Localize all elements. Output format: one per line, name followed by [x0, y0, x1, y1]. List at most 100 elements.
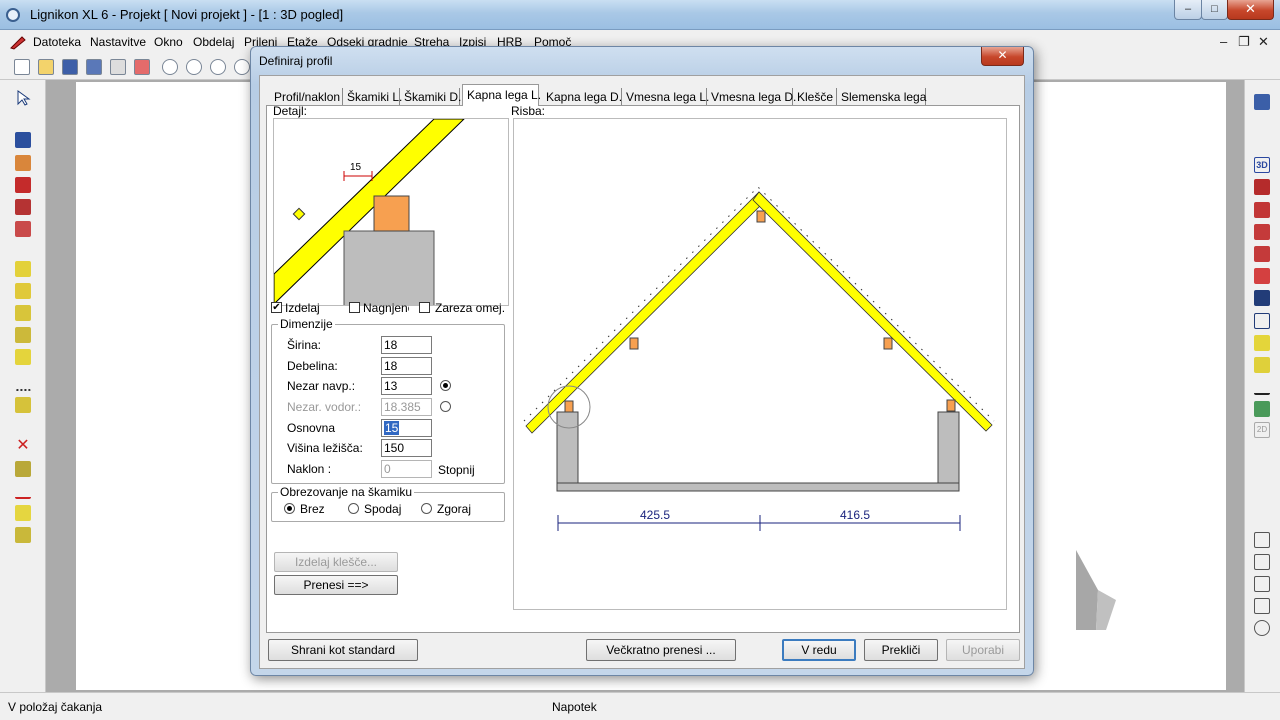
nagnjeno-checkbox[interactable]: [349, 302, 360, 313]
purlin-shape: [373, 195, 410, 232]
nezar-vodor-input[interactable]: 18.385: [381, 398, 432, 416]
line-tool-icon[interactable]: [15, 375, 31, 391]
veckratno-prenesi-button[interactable]: Večkratno prenesi ...: [586, 639, 736, 661]
view-elevation-icon[interactable]: [1254, 268, 1270, 284]
tab-kapna-lega-d[interactable]: Kapna lega D.: [542, 88, 622, 106]
zgoraj-radio[interactable]: [421, 503, 432, 514]
list-tool-icon[interactable]: [15, 527, 31, 543]
naklon-input[interactable]: 0: [381, 460, 432, 478]
view-section-icon[interactable]: [1254, 290, 1270, 306]
menu-okno[interactable]: Okno: [154, 35, 183, 49]
shrani-kot-standard-button[interactable]: Shrani kot standard: [268, 639, 418, 661]
detail-preview: 15: [273, 118, 509, 306]
osnovna-selected-text: 15: [384, 421, 400, 435]
view-3d-icon[interactable]: 3D: [1254, 157, 1270, 173]
print-preview-icon[interactable]: [134, 59, 150, 75]
spodaj-radio[interactable]: [348, 503, 359, 514]
tab-kapna-lega-l[interactable]: Kapna lega L.: [462, 84, 541, 106]
apply-button[interactable]: Uporabi: [946, 639, 1020, 661]
pointer-icon[interactable]: [15, 90, 31, 106]
open-folder-icon[interactable]: [38, 59, 54, 75]
dialog-close-button[interactable]: ✕: [981, 47, 1024, 66]
close-icon: ✕: [1245, 1, 1256, 16]
maximize-button[interactable]: □: [1201, 0, 1228, 20]
osnovna-input[interactable]: 15: [381, 419, 432, 437]
mdi-minimize-icon[interactable]: –: [1220, 34, 1227, 49]
corner-tool-icon[interactable]: [15, 177, 31, 193]
tab-skamiki-d[interactable]: Škamiki D.: [400, 88, 461, 106]
tab-vmesna-lega-l[interactable]: Vmesna lega L.: [622, 88, 709, 106]
brez-radio[interactable]: [284, 503, 295, 514]
detail-label: Detajl:: [273, 104, 308, 118]
zareza-omej-checkbox[interactable]: [419, 302, 430, 313]
zareza-omej-label: Zareza omej.: [435, 301, 506, 315]
tab-slemenska-lega[interactable]: Slemenska lega: [837, 88, 926, 106]
refresh-icon[interactable]: [1254, 620, 1270, 636]
zoom-in-icon[interactable]: [162, 59, 178, 75]
view-beam-icon[interactable]: [1254, 357, 1270, 373]
view-floor-icon[interactable]: [1254, 179, 1270, 195]
tab-klesce[interactable]: Klešče: [793, 88, 837, 106]
nezar-vodor-radio[interactable]: [440, 401, 451, 412]
frame-tool-icon[interactable]: [15, 199, 31, 215]
export-icon[interactable]: [1254, 598, 1270, 614]
mdi-close-icon[interactable]: ✕: [1258, 34, 1269, 50]
tab-skamiki-l[interactable]: Škamiki L.: [343, 88, 402, 106]
view-tree-icon[interactable]: [1254, 401, 1270, 417]
view-2d-icon[interactable]: 2D: [1254, 422, 1270, 438]
naklon-unit: Stopnij: [438, 463, 475, 477]
print-icon[interactable]: [110, 59, 126, 75]
grid-icon[interactable]: [1254, 532, 1270, 548]
beam-tool-icon[interactable]: [15, 305, 31, 321]
mdi-restore-icon[interactable]: ❐: [1238, 34, 1250, 50]
wall-tool-icon[interactable]: [15, 132, 31, 148]
zoom-all-icon[interactable]: [234, 59, 250, 75]
ruler-icon[interactable]: [10, 34, 26, 50]
nezar-navp-input[interactable]: 13: [381, 377, 432, 395]
new-file-icon[interactable]: [14, 59, 30, 75]
izdelaj-klesce-button[interactable]: Izdelaj klešče...: [274, 552, 398, 572]
view-house-icon[interactable]: [1254, 94, 1270, 110]
izdelaj-checkbox[interactable]: ✔: [271, 302, 282, 313]
post-tool-icon[interactable]: [15, 327, 31, 343]
prenesi-button[interactable]: Prenesi ==>: [274, 575, 398, 595]
visina-lezisca-input[interactable]: 150: [381, 439, 432, 457]
sirina-label: Širina:: [287, 338, 322, 352]
layout-icon[interactable]: [1254, 576, 1270, 592]
minimize-button[interactable]: –: [1174, 0, 1202, 20]
menu-obdelaj[interactable]: Obdelaj: [193, 35, 234, 49]
ok-button[interactable]: V redu: [782, 639, 856, 661]
sirina-input[interactable]: 18: [381, 336, 432, 354]
cancel-button[interactable]: Prekliči: [864, 639, 938, 661]
view-front-icon[interactable]: [1254, 202, 1270, 218]
close-button[interactable]: ✕: [1227, 0, 1274, 20]
purlin-tool-icon[interactable]: [15, 283, 31, 299]
menu-nastavitve[interactable]: Nastavitve: [90, 35, 146, 49]
joist-tool-icon[interactable]: [15, 349, 31, 365]
tab-vmesna-lega-d[interactable]: Vmesna lega D.: [707, 88, 796, 106]
house-tool-icon[interactable]: [15, 221, 31, 237]
zoom-out-icon[interactable]: [186, 59, 202, 75]
frame-icon[interactable]: [1254, 554, 1270, 570]
dialog-title: Definiraj profil: [259, 54, 333, 68]
menu-datoteka[interactable]: Datoteka: [33, 35, 81, 49]
save-icon[interactable]: [62, 59, 78, 75]
window-tool-icon[interactable]: [15, 155, 31, 171]
view-side-icon[interactable]: [1254, 224, 1270, 240]
debelina-input[interactable]: 18: [381, 357, 432, 375]
app-icon[interactable]: [6, 8, 20, 22]
save-all-icon[interactable]: [86, 59, 102, 75]
numbering-tool-icon[interactable]: [15, 505, 31, 521]
dimension-tool-icon[interactable]: [15, 483, 31, 499]
view-rafter-icon[interactable]: [1254, 335, 1270, 351]
rafter-tool-icon[interactable]: [15, 261, 31, 277]
osnovna-label: Osnovna: [287, 421, 336, 435]
delete-icon[interactable]: ✕: [15, 438, 31, 455]
edit-tool-icon[interactable]: [15, 461, 31, 477]
nezar-navp-radio[interactable]: [440, 380, 451, 391]
roof-element-icon[interactable]: [15, 397, 31, 413]
zoom-window-icon[interactable]: [210, 59, 226, 75]
view-roof-outline-icon[interactable]: [1254, 313, 1270, 329]
view-roof-icon[interactable]: [1254, 246, 1270, 262]
view-line-icon[interactable]: [1254, 379, 1270, 395]
